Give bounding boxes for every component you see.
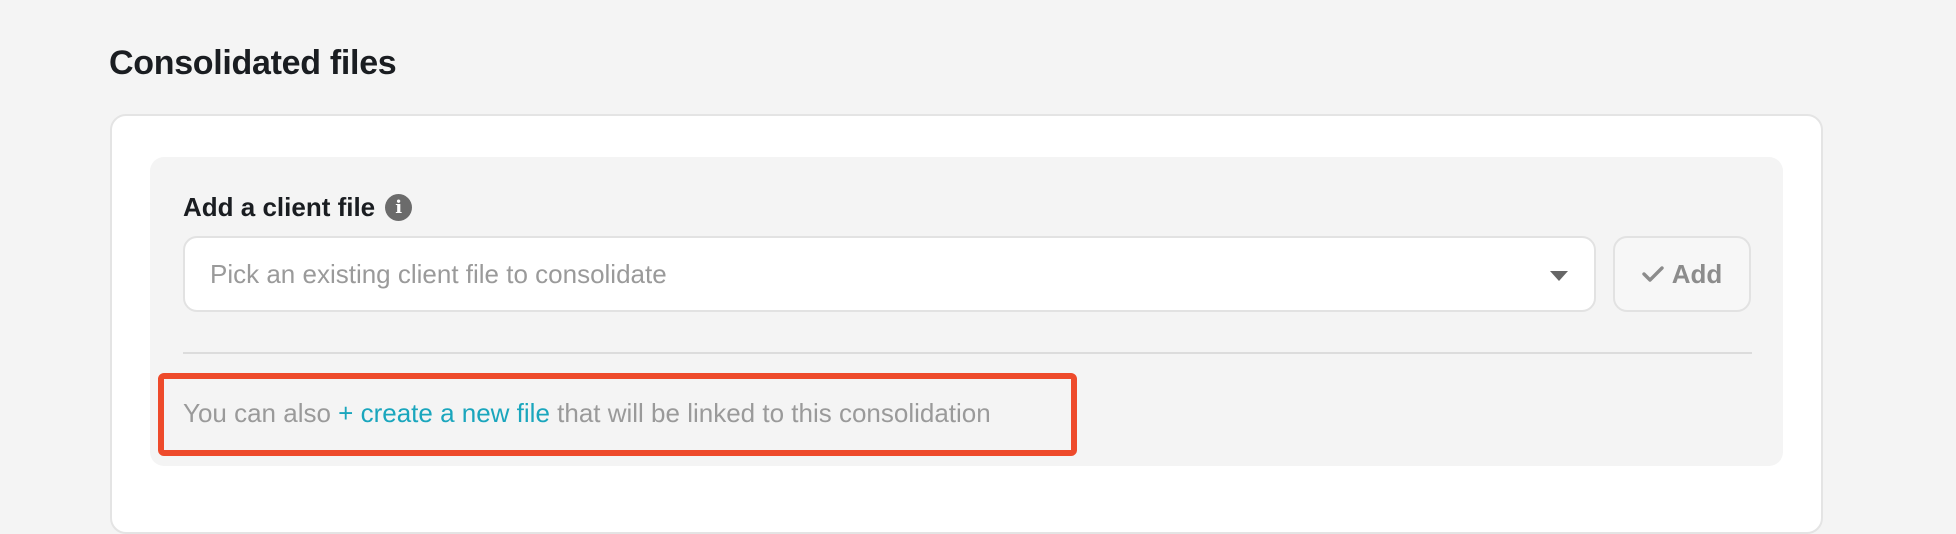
create-file-helper-text: You can also + create a new file that wi… <box>183 398 991 429</box>
add-client-file-label-text: Add a client file <box>183 192 376 222</box>
client-file-select-placeholder: Pick an existing client file to consolid… <box>210 258 667 289</box>
info-icon[interactable]: i <box>385 194 413 221</box>
caret-down-icon <box>1550 271 1568 281</box>
add-button-label: Add <box>1671 258 1723 289</box>
add-client-file-label: Add a client file i <box>183 192 413 223</box>
client-file-select[interactable]: Pick an existing client file to consolid… <box>183 236 1596 312</box>
helper-suffix: that will be linked to this consolidatio… <box>549 398 991 428</box>
section-title: Consolidated files <box>109 44 397 82</box>
divider <box>183 352 1752 354</box>
check-icon <box>1642 265 1664 283</box>
add-button[interactable]: Add <box>1613 236 1751 312</box>
create-new-file-link[interactable]: + create a new file <box>338 398 550 428</box>
helper-prefix: You can also <box>183 398 339 428</box>
